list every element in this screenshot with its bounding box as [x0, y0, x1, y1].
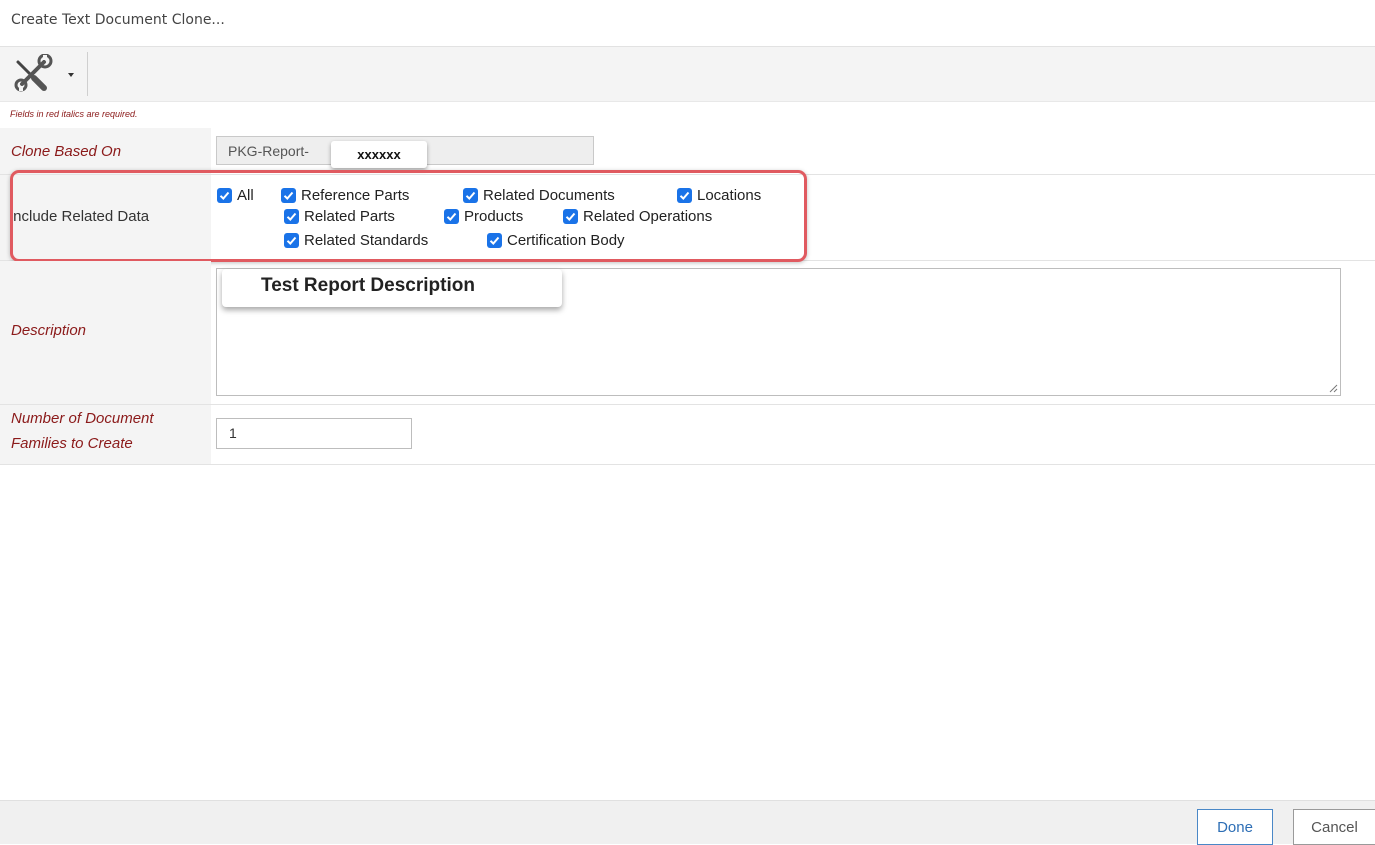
checkbox-related-documents[interactable]: Related Documents — [463, 187, 615, 204]
checkbox-related-operations[interactable]: Related Operations — [563, 208, 712, 225]
required-fields-note: Fields in red italics are required. — [10, 109, 138, 119]
chevron-down-icon — [68, 73, 74, 77]
resize-grip-icon[interactable] — [1328, 383, 1338, 393]
number-of-families-label-line2: Families to Create — [11, 435, 133, 452]
clone-based-on-row: Clone Based On PKG-Report- — [0, 128, 1375, 175]
checkbox-label: Products — [464, 208, 524, 225]
checkbox-label: Certification Body — [507, 232, 625, 249]
clone-based-on-label: Clone Based On — [11, 143, 122, 160]
cancel-button[interactable]: Cancel — [1293, 809, 1375, 845]
include-related-data-label: Include Related Data — [9, 208, 150, 225]
checkbox-checked-icon[interactable] — [463, 188, 478, 203]
checkbox-checked-icon[interactable] — [487, 233, 502, 248]
checkbox-related-parts[interactable]: Related Parts — [284, 208, 395, 225]
checkbox-label: Related Documents — [483, 187, 615, 204]
checkbox-label: Related Parts — [304, 208, 395, 225]
checkbox-label: Related Standards — [304, 232, 429, 249]
label-cell: Description — [0, 261, 211, 404]
checkbox-related-standards[interactable]: Related Standards — [284, 232, 428, 249]
redaction-label: xxxxxx — [331, 141, 427, 168]
checkbox-certification-body[interactable]: Certification Body — [487, 232, 625, 249]
label-cell: Include Related Data — [0, 175, 211, 260]
checkbox-checked-icon[interactable] — [217, 188, 232, 203]
checkbox-locations[interactable]: Locations — [677, 187, 761, 204]
dialog-footer: Done Cancel — [0, 800, 1375, 845]
number-of-families-input[interactable]: 1 — [216, 418, 412, 449]
description-label: Description — [11, 322, 87, 339]
checkbox-checked-icon[interactable] — [284, 233, 299, 248]
include-related-data-row: Include Related Data All Reference Parts… — [0, 175, 1375, 261]
checkbox-checked-icon[interactable] — [284, 209, 299, 224]
done-button[interactable]: Done — [1197, 809, 1273, 845]
toolbar — [0, 46, 1375, 102]
checkbox-checked-icon[interactable] — [444, 209, 459, 224]
number-of-families-label-line1: Number of Document — [11, 410, 154, 427]
toolbar-separator — [87, 52, 88, 96]
checkbox-checked-icon[interactable] — [563, 209, 578, 224]
checkbox-checked-icon[interactable] — [677, 188, 692, 203]
checkbox-reference-parts[interactable]: Reference Parts — [281, 187, 409, 204]
tools-menu-button[interactable] — [10, 53, 74, 95]
number-of-families-row: Number of Document Families to Create — [0, 405, 1375, 465]
checkbox-checked-icon[interactable] — [281, 188, 296, 203]
label-cell: Clone Based On — [0, 128, 211, 174]
checkbox-products[interactable]: Products — [444, 208, 523, 225]
wrench-screwdriver-icon — [10, 54, 56, 94]
checkbox-all[interactable]: All — [217, 187, 254, 204]
label-cell: Number of Document Families to Create — [0, 405, 211, 464]
checkbox-label: All — [237, 187, 254, 204]
checkbox-label: Related Operations — [583, 208, 713, 225]
checkbox-label: Locations — [697, 187, 762, 204]
description-overlay-label: Test Report Description — [222, 269, 562, 307]
checkbox-label: Reference Parts — [301, 187, 410, 204]
window-title: Create Text Document Clone... — [11, 12, 225, 28]
